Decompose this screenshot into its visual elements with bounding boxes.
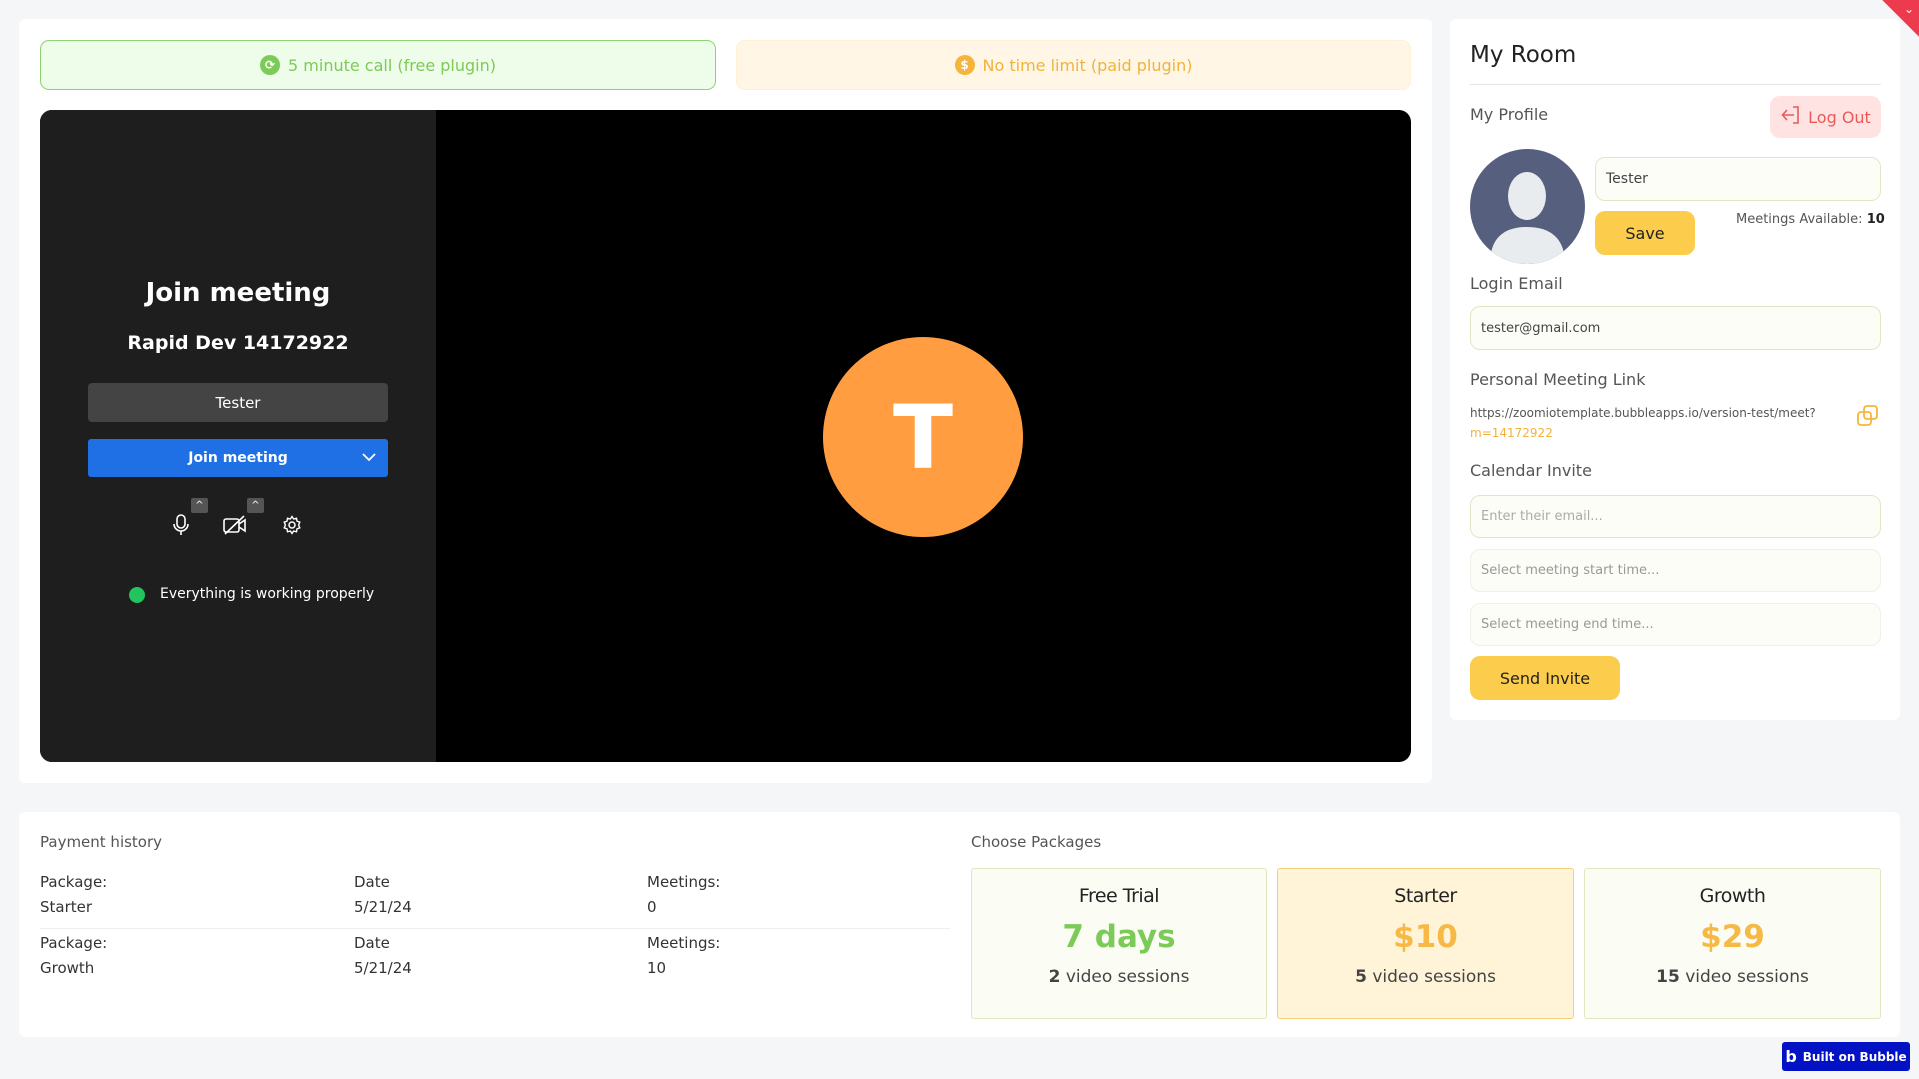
meetings-available-value: 10 [1866,212,1885,227]
logout-button[interactable]: Log Out [1770,96,1881,138]
choose-packages-title: Choose Packages [971,833,1102,851]
status-text: Everything is working properly [160,586,375,602]
save-button[interactable]: Save [1595,211,1695,255]
my-room-title: My Room [1470,42,1577,68]
package-name: Free Trial [1078,885,1160,907]
date-value: 5/21/24 [354,959,412,977]
divider [1470,84,1881,85]
camera-off-icon[interactable] [222,512,248,538]
join-meeting-button[interactable]: Join meeting [88,439,388,477]
package-value: Growth [40,959,95,977]
link-base: https://zoomiotemplate.bubbleapps.io/ver… [1470,406,1816,420]
dollar-icon: $ [954,55,975,75]
row-divider [40,928,950,929]
package-label: Package: [40,873,108,891]
join-title: Join meeting [145,278,331,308]
package-name: Starter [1394,885,1457,907]
my-profile-label: My Profile [1470,105,1549,124]
link-param: m=14172922 [1470,426,1553,440]
package-sessions: 5 video sessions [1278,967,1573,987]
login-email-input[interactable]: tester@gmail.com [1470,306,1881,350]
meetings-available-label: Meetings Available: [1736,212,1863,227]
built-on-bubble-label: Built on Bubble [1802,1049,1907,1064]
package-price: 7 days [1062,919,1176,955]
package-card-free-trial[interactable]: Free Trial 7 days 2 video sessions [971,868,1267,1019]
copy-icon[interactable] [1855,403,1881,429]
end-time-input[interactable]: Select meeting end time... [1470,603,1881,646]
status-indicator-dot [129,587,145,603]
profile-avatar[interactable] [1470,149,1585,264]
session-count: 5 [1355,967,1367,987]
meetings-label: Meetings: [647,934,721,952]
personal-link-label: Personal Meeting Link [1470,370,1646,389]
microphone-icon[interactable] [168,512,194,538]
display-name-input[interactable]: Tester [88,383,388,422]
gear-icon[interactable] [280,513,304,537]
chevron-up-icon[interactable]: ^ [191,498,208,513]
package-sessions: 15 video sessions [1585,967,1880,987]
meetings-value: 10 [647,959,667,977]
date-label: Date [354,873,390,891]
date-value: 5/21/24 [354,898,412,916]
paid-plugin-label: No time limit (paid plugin) [982,55,1193,75]
package-card-starter[interactable]: Starter $10 5 video sessions [1277,868,1574,1019]
personal-link[interactable]: https://zoomiotemplate.bubbleapps.io/ver… [1470,403,1840,443]
meetings-value: 0 [647,898,657,916]
logout-icon [1780,104,1802,130]
session-count: 15 [1656,967,1680,987]
join-meeting-label: Join meeting [188,450,288,466]
session-count: 2 [1048,967,1061,987]
package-price: $29 [1700,919,1765,955]
chevron-down-icon[interactable] [360,448,378,470]
participant-avatar: T [823,337,1023,537]
login-email-label: Login Email [1470,274,1563,293]
package-price: $10 [1393,919,1458,955]
invite-email-input[interactable]: Enter their email... [1470,495,1881,538]
chevron-up-icon[interactable]: ^ [247,498,264,513]
meeting-name: Rapid Dev 14172922 [127,332,349,354]
chevron-down-icon: ⌄ [1903,2,1914,16]
meetings-available: Meetings Available: 10 [1736,212,1885,227]
package-value: Starter [40,898,93,916]
free-plugin-button[interactable]: ⟳ 5 minute call (free plugin) [40,40,716,90]
payment-history-title: Payment history [40,833,163,851]
paid-plugin-button[interactable]: $ No time limit (paid plugin) [736,40,1411,90]
package-label: Package: [40,934,108,952]
send-invite-button[interactable]: Send Invite [1470,656,1620,700]
built-on-bubble-badge[interactable]: b Built on Bubble [1782,1042,1910,1071]
date-label: Date [354,934,390,952]
package-sessions: 2 video sessions [972,967,1266,987]
session-label: video sessions [1065,967,1190,987]
bubble-logo-icon: b [1785,1047,1797,1066]
free-plugin-label: 5 minute call (free plugin) [288,55,496,75]
session-label: video sessions [1372,967,1496,987]
profile-name-input[interactable]: Tester [1595,157,1881,201]
calendar-invite-label: Calendar Invite [1470,461,1592,480]
meetings-label: Meetings: [647,873,721,891]
package-name: Growth [1699,885,1766,907]
session-label: video sessions [1685,967,1809,987]
video-area: Join meeting Rapid Dev 14172922 Tester J… [40,110,1411,762]
coin-icon: ⟳ [260,55,281,75]
package-card-growth[interactable]: Growth $29 15 video sessions [1584,868,1881,1019]
logout-label: Log Out [1808,107,1871,127]
join-panel: Join meeting Rapid Dev 14172922 Tester J… [40,110,436,762]
start-time-input[interactable]: Select meeting start time... [1470,549,1881,592]
